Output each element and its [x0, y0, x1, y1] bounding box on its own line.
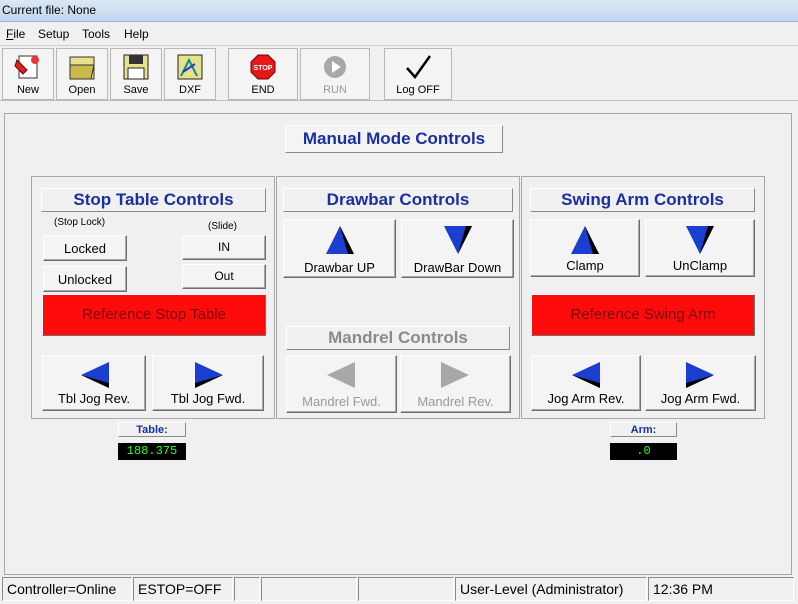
logoff-button[interactable]: Log OFF	[384, 48, 452, 100]
drawbar-down-label: DrawBar Down	[413, 260, 502, 275]
reference-stop-table-button[interactable]: Reference Stop Table	[42, 294, 266, 336]
new-button[interactable]: New	[2, 48, 54, 100]
drawbar-header: Drawbar Controls	[283, 188, 513, 212]
tbl-jog-fwd-label: Tbl Jog Fwd.	[170, 391, 246, 406]
menu-setup[interactable]: Setup	[38, 27, 69, 41]
checkmark-icon	[403, 52, 433, 82]
swing-arm-header: Swing Arm Controls	[530, 188, 755, 212]
mandrel-rev-label: Mandrel Rev.	[417, 394, 494, 409]
drawbar-up-button[interactable]: Drawbar UP	[283, 219, 396, 278]
arrow-left-icon	[570, 361, 602, 389]
slide-in-button[interactable]: IN	[182, 235, 266, 260]
window-title: Current file: None	[2, 3, 97, 17]
unclamp-label: UnClamp	[672, 258, 728, 273]
toolbar: New Open Save DXF STOP END RUN Log OFF	[0, 45, 798, 101]
run-play-icon	[320, 52, 350, 82]
end-button[interactable]: STOP END	[228, 48, 298, 100]
status-bar: Controller=Online ESTOP=OFF User-Level (…	[0, 576, 798, 604]
mandrel-fwd-label: Mandrel Fwd.	[302, 394, 381, 409]
jog-arm-rev-label: Jog Arm Rev.	[547, 391, 625, 406]
arrow-left-disabled-icon	[325, 361, 357, 389]
jog-arm-fwd-button[interactable]: Jog Arm Fwd.	[645, 355, 756, 411]
arm-readout-label: Arm:	[610, 422, 677, 437]
tbl-jog-rev-button[interactable]: Tbl Jog Rev.	[42, 355, 146, 411]
dxf-label: DXF	[179, 84, 201, 96]
arrow-down-icon	[684, 225, 716, 255]
jog-arm-rev-button[interactable]: Jog Arm Rev.	[531, 355, 641, 411]
run-label: RUN	[323, 84, 347, 96]
title-bar: Current file: None	[0, 0, 798, 22]
reference-stop-table-label: Reference Stop Table	[82, 306, 226, 323]
arrow-right-disabled-icon	[439, 361, 471, 389]
save-label: Save	[123, 84, 149, 96]
menu-tools[interactable]: Tools	[82, 27, 110, 41]
jog-arm-fwd-label: Jog Arm Fwd.	[660, 391, 741, 406]
end-label: END	[251, 84, 275, 96]
dxf-drawing-icon	[175, 52, 205, 82]
stop-sign-text: STOP	[254, 65, 273, 72]
clamp-button[interactable]: Clamp	[530, 219, 640, 277]
menu-bar: File Setup Tools Help	[0, 24, 798, 44]
clamp-label: Clamp	[566, 258, 604, 273]
status-empty-1	[234, 577, 260, 601]
open-label: Open	[68, 84, 96, 96]
run-button[interactable]: RUN	[300, 48, 370, 100]
status-empty-3	[358, 577, 454, 601]
arrow-down-icon	[442, 225, 474, 255]
menu-help[interactable]: Help	[124, 27, 149, 41]
menu-file[interactable]: File	[6, 27, 25, 41]
stop-sign-icon: STOP	[248, 52, 278, 82]
reference-swing-arm-label: Reference Swing Arm	[570, 306, 716, 323]
status-empty-2	[261, 577, 357, 601]
unclamp-button[interactable]: UnClamp	[645, 219, 755, 277]
new-file-icon	[13, 52, 43, 82]
slide-out-label: Out	[214, 269, 234, 283]
unlocked-button[interactable]: Unlocked	[43, 266, 127, 292]
locked-button[interactable]: Locked	[43, 235, 127, 261]
slide-in-label: IN	[218, 240, 230, 254]
mandrel-rev-button[interactable]: Mandrel Rev.	[400, 355, 511, 413]
locked-label: Locked	[64, 241, 106, 256]
save-disk-icon	[121, 52, 151, 82]
tbl-jog-rev-label: Tbl Jog Rev.	[57, 391, 130, 406]
new-label: New	[16, 84, 39, 96]
save-button[interactable]: Save	[110, 48, 162, 100]
status-time: 12:36 PM	[648, 577, 794, 601]
mandrel-header: Mandrel Controls	[286, 326, 510, 350]
stop-lock-label: (Stop Lock)	[54, 217, 106, 228]
table-readout-label: Table:	[118, 422, 186, 437]
mandrel-fwd-button[interactable]: Mandrel Fwd.	[286, 355, 397, 413]
open-button[interactable]: Open	[56, 48, 108, 100]
dxf-button[interactable]: DXF	[164, 48, 216, 100]
unlocked-label: Unlocked	[57, 272, 113, 287]
arrow-up-icon	[324, 225, 356, 255]
open-folder-icon	[67, 52, 97, 82]
stop-table-header: Stop Table Controls	[41, 188, 266, 212]
arrow-right-icon	[193, 361, 225, 389]
reference-swing-arm-button[interactable]: Reference Swing Arm	[531, 294, 755, 336]
slide-label: (Slide)	[208, 221, 237, 232]
logoff-label: Log OFF	[396, 84, 440, 96]
menu-file-rest: ile	[13, 27, 26, 41]
status-controller: Controller=Online	[2, 577, 132, 601]
drawbar-down-button[interactable]: DrawBar Down	[401, 219, 514, 278]
arrow-up-icon	[569, 225, 601, 255]
arrow-left-icon	[79, 361, 111, 389]
arrow-right-icon	[684, 361, 716, 389]
page-title: Manual Mode Controls	[285, 125, 503, 153]
status-estop: ESTOP=OFF	[133, 577, 233, 601]
slide-out-button[interactable]: Out	[182, 264, 266, 289]
table-readout-value: 188.375	[118, 443, 186, 460]
drawbar-up-label: Drawbar UP	[304, 260, 375, 275]
tbl-jog-fwd-button[interactable]: Tbl Jog Fwd.	[152, 355, 264, 411]
status-user-level: User-Level (Administrator)	[455, 577, 647, 601]
arm-readout-value: .0	[610, 443, 677, 460]
